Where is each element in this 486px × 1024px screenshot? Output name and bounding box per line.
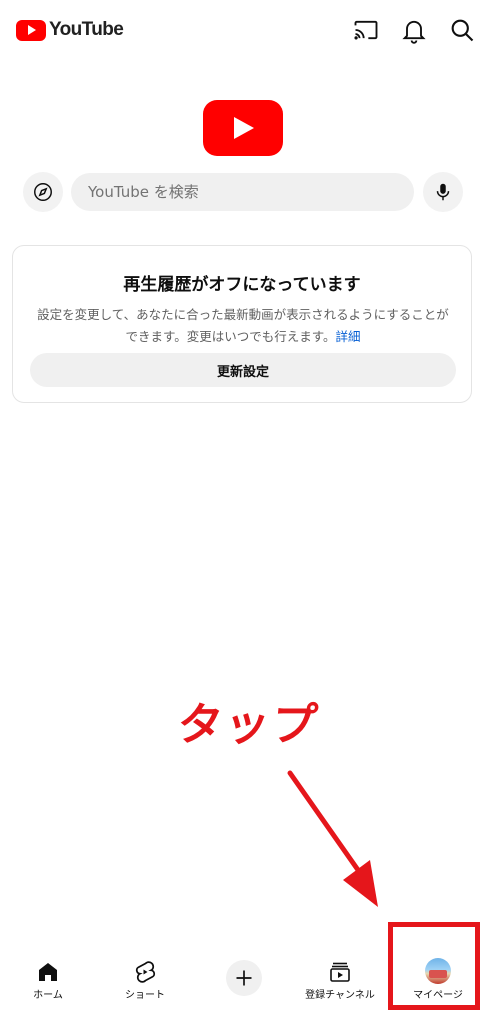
card-title: 再生履歴がオフになっています [123,275,361,295]
voice-search-button[interactable] [423,172,463,212]
history-off-card: 再生履歴がオフになっています 設定を変更して、あなたに合った最新動画が表示される… [12,245,472,403]
compass-icon [34,183,52,201]
card-description-text: 設定を変更して、あなたに合った最新動画が表示されるようにすることができます。変更… [37,307,449,344]
create-button[interactable] [226,960,262,996]
plus-icon [236,970,252,986]
card-description: 設定を変更して、あなたに合った最新動画が表示されるようにすることができます。変更… [33,304,453,348]
nav-home-label: ホーム [33,990,63,1001]
youtube-logo[interactable]: YouTube [16,18,124,42]
youtube-big-logo-icon [203,100,283,156]
subscriptions-icon [328,960,352,984]
nav-subscriptions[interactable]: 登録チャンネル [295,950,385,1024]
explore-button[interactable] [23,172,63,212]
logo-text: YouTube [49,19,124,40]
search-input[interactable] [71,173,414,211]
tap-annotation-label: タップ [174,698,322,751]
update-settings-button[interactable]: 更新設定 [30,353,456,387]
shorts-icon [133,960,157,984]
nav-shorts-label: ショート [125,990,165,1001]
nav-subscriptions-label: 登録チャンネル [305,990,375,1001]
cast-icon[interactable] [352,16,380,44]
search-bar[interactable] [71,173,414,211]
mic-icon [436,183,450,201]
highlight-box [388,922,480,1010]
nav-shorts[interactable]: ショート [100,950,190,1024]
bell-icon[interactable] [400,16,428,44]
nav-home[interactable]: ホーム [3,950,93,1024]
youtube-logo-icon [16,19,46,41]
top-bar: YouTube [0,0,486,60]
home-icon [36,960,60,984]
learn-more-link[interactable]: 詳細 [336,329,361,344]
search-icon[interactable] [448,16,476,44]
